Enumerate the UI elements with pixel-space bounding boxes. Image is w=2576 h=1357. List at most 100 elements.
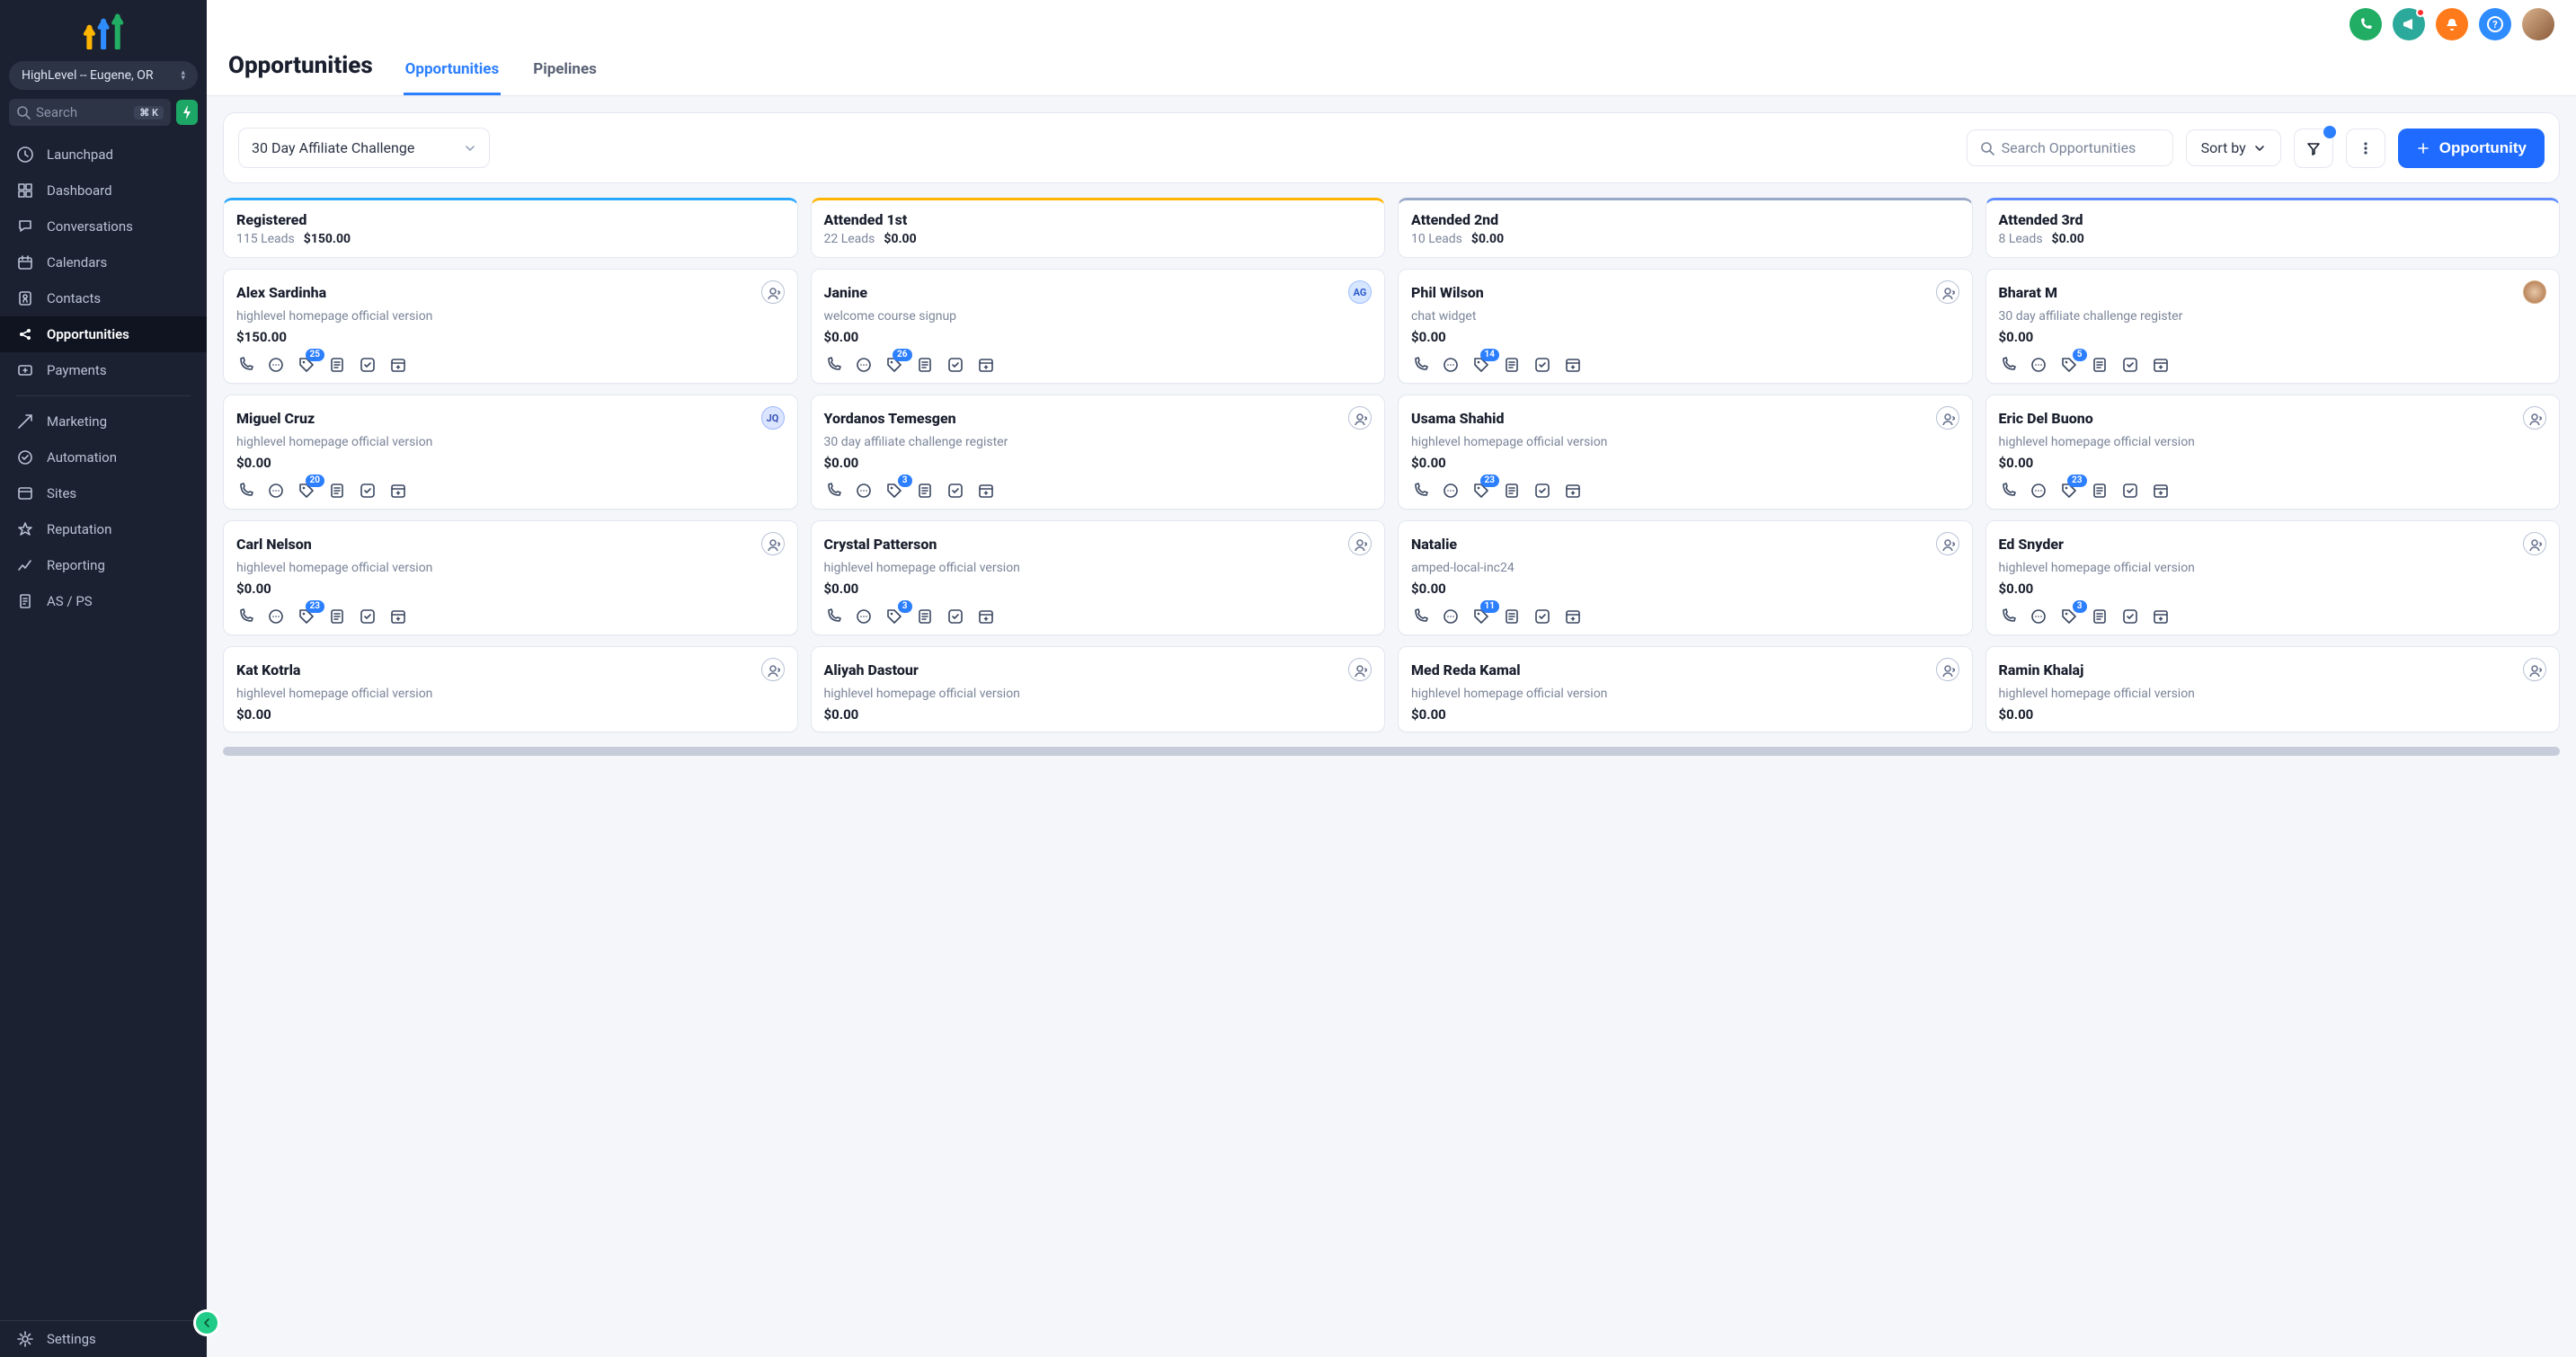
sidebar-item-opportunities[interactable]: Opportunities bbox=[0, 316, 207, 352]
note-icon[interactable] bbox=[2091, 482, 2109, 500]
task-icon[interactable] bbox=[1533, 356, 1551, 374]
sidebar-item-payments[interactable]: Payments bbox=[0, 352, 207, 388]
tag-icon[interactable]: 20 bbox=[298, 482, 315, 500]
task-icon[interactable] bbox=[359, 482, 377, 500]
tab-opportunities[interactable]: Opportunities bbox=[404, 60, 502, 95]
assignee-avatar[interactable] bbox=[1936, 406, 1959, 430]
call-icon[interactable] bbox=[824, 482, 842, 500]
call-icon[interactable] bbox=[1999, 608, 2017, 625]
calendar-icon[interactable] bbox=[977, 356, 995, 374]
note-icon[interactable] bbox=[2091, 608, 2109, 625]
note-icon[interactable] bbox=[328, 356, 346, 374]
assignee-avatar[interactable] bbox=[1936, 532, 1959, 555]
location-switcher[interactable]: HighLevel -- Eugene, OR ▴▾ bbox=[9, 61, 198, 90]
assignee-avatar[interactable] bbox=[1936, 658, 1959, 681]
tag-icon[interactable]: 23 bbox=[1472, 482, 1490, 500]
sidebar-item-as-ps[interactable]: AS / PS bbox=[0, 583, 207, 619]
opportunity-card[interactable]: Natalie amped-local-inc24 $0.00 11 bbox=[1398, 520, 1973, 635]
sidebar-item-dashboard[interactable]: Dashboard bbox=[0, 173, 207, 208]
note-icon[interactable] bbox=[1503, 482, 1521, 500]
sidebar-item-reporting[interactable]: Reporting bbox=[0, 547, 207, 583]
call-icon[interactable] bbox=[236, 482, 254, 500]
call-icon[interactable] bbox=[236, 356, 254, 374]
opportunity-card[interactable]: Alex Sardinha highlevel homepage officia… bbox=[223, 269, 798, 384]
message-icon[interactable] bbox=[2030, 482, 2047, 500]
opportunity-card[interactable]: Ed Snyder highlevel homepage official ve… bbox=[1985, 520, 2561, 635]
message-icon[interactable] bbox=[1442, 356, 1460, 374]
task-icon[interactable] bbox=[359, 608, 377, 625]
call-icon[interactable] bbox=[824, 356, 842, 374]
filter-button[interactable] bbox=[2294, 129, 2333, 168]
message-icon[interactable] bbox=[1442, 482, 1460, 500]
opportunity-card[interactable]: Usama Shahid highlevel homepage official… bbox=[1398, 395, 1973, 510]
assignee-avatar[interactable] bbox=[1348, 532, 1372, 555]
calendar-icon[interactable] bbox=[389, 608, 407, 625]
note-icon[interactable] bbox=[1503, 356, 1521, 374]
search-opportunities[interactable]: Search Opportunities bbox=[1967, 129, 2173, 166]
column-header[interactable]: Attended 3rd 8 Leads$0.00 bbox=[1985, 198, 2561, 258]
assignee-avatar[interactable] bbox=[1936, 280, 1959, 304]
message-icon[interactable] bbox=[855, 482, 873, 500]
opportunity-card[interactable]: Med Reda Kamal highlevel homepage offici… bbox=[1398, 646, 1973, 732]
call-icon[interactable] bbox=[1411, 482, 1429, 500]
sidebar-item-reputation[interactable]: Reputation bbox=[0, 511, 207, 547]
assignee-avatar[interactable] bbox=[1348, 406, 1372, 430]
note-icon[interactable] bbox=[916, 482, 934, 500]
task-icon[interactable] bbox=[2121, 482, 2139, 500]
call-icon[interactable] bbox=[1411, 608, 1429, 625]
sidebar-item-settings[interactable]: Settings bbox=[0, 1321, 207, 1357]
tag-icon[interactable]: 25 bbox=[298, 356, 315, 374]
tag-icon[interactable]: 14 bbox=[1472, 356, 1490, 374]
calendar-icon[interactable] bbox=[389, 356, 407, 374]
opportunity-card[interactable]: Miguel Cruz JQ highlevel homepage offici… bbox=[223, 395, 798, 510]
call-icon[interactable] bbox=[1999, 356, 2017, 374]
task-icon[interactable] bbox=[1533, 608, 1551, 625]
calendar-icon[interactable] bbox=[1564, 356, 1582, 374]
assignee-avatar[interactable] bbox=[2523, 532, 2546, 555]
tag-icon[interactable]: 23 bbox=[298, 608, 315, 625]
opportunity-card[interactable]: Crystal Patterson highlevel homepage off… bbox=[811, 520, 1386, 635]
tag-icon[interactable]: 3 bbox=[885, 608, 903, 625]
more-button[interactable] bbox=[2346, 129, 2385, 168]
assignee-avatar[interactable] bbox=[2523, 280, 2546, 304]
tag-icon[interactable]: 5 bbox=[2060, 356, 2078, 374]
column-header[interactable]: Attended 1st 22 Leads$0.00 bbox=[811, 198, 1386, 258]
sidebar-item-conversations[interactable]: Conversations bbox=[0, 208, 207, 244]
pipeline-select[interactable]: 30 Day Affiliate Challenge bbox=[238, 128, 490, 168]
opportunity-card[interactable]: Kat Kotrla highlevel homepage official v… bbox=[223, 646, 798, 732]
opportunity-card[interactable]: Ramin Khalaj highlevel homepage official… bbox=[1985, 646, 2561, 732]
note-icon[interactable] bbox=[2091, 356, 2109, 374]
help-button[interactable]: ? bbox=[2479, 8, 2511, 40]
task-icon[interactable] bbox=[359, 356, 377, 374]
tag-icon[interactable]: 3 bbox=[2060, 608, 2078, 625]
tag-icon[interactable]: 26 bbox=[885, 356, 903, 374]
task-icon[interactable] bbox=[1533, 482, 1551, 500]
note-icon[interactable] bbox=[916, 608, 934, 625]
sidebar-item-automation[interactable]: Automation bbox=[0, 439, 207, 475]
sidebar-item-marketing[interactable]: Marketing bbox=[0, 404, 207, 439]
assignee-avatar[interactable]: AG bbox=[1348, 280, 1372, 304]
call-icon[interactable] bbox=[236, 608, 254, 625]
tag-icon[interactable]: 23 bbox=[2060, 482, 2078, 500]
call-icon[interactable] bbox=[1999, 482, 2017, 500]
calendar-icon[interactable] bbox=[2152, 482, 2170, 500]
calendar-icon[interactable] bbox=[1564, 608, 1582, 625]
collapse-sidebar-button[interactable] bbox=[196, 1312, 218, 1334]
calendar-icon[interactable] bbox=[977, 482, 995, 500]
call-icon[interactable] bbox=[1411, 356, 1429, 374]
calendar-icon[interactable] bbox=[389, 482, 407, 500]
assignee-avatar[interactable]: JQ bbox=[761, 406, 785, 430]
note-icon[interactable] bbox=[328, 482, 346, 500]
sort-button[interactable]: Sort by bbox=[2186, 129, 2281, 166]
opportunity-card[interactable]: Eric Del Buono highlevel homepage offici… bbox=[1985, 395, 2561, 510]
note-icon[interactable] bbox=[916, 356, 934, 374]
opportunity-card[interactable]: Yordanos Temesgen 30 day affiliate chall… bbox=[811, 395, 1386, 510]
assignee-avatar[interactable] bbox=[1348, 658, 1372, 681]
calendar-icon[interactable] bbox=[977, 608, 995, 625]
task-icon[interactable] bbox=[946, 608, 964, 625]
task-icon[interactable] bbox=[2121, 608, 2139, 625]
column-header[interactable]: Attended 2nd 10 Leads$0.00 bbox=[1398, 198, 1973, 258]
opportunity-card[interactable]: Phil Wilson chat widget $0.00 14 bbox=[1398, 269, 1973, 384]
sidebar-item-contacts[interactable]: Contacts bbox=[0, 280, 207, 316]
alerts-button[interactable] bbox=[2436, 8, 2468, 40]
